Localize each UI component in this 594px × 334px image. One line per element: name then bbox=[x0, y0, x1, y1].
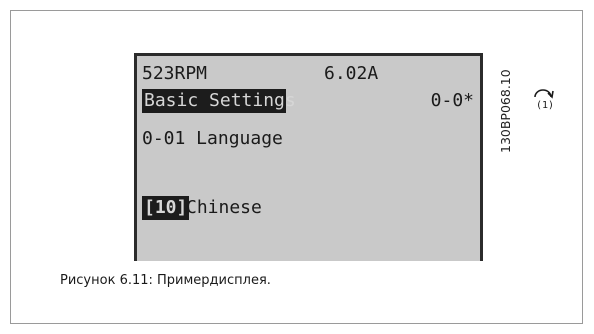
group-line: Basic Settings 0-0* bbox=[142, 89, 474, 113]
document-code: 130BP068.10 bbox=[498, 69, 513, 153]
lcp-display: 523RPM 6.02A (1) Basic Settings 0-0* 0-0… bbox=[134, 53, 554, 261]
status-line: 523RPM 6.02A (1) bbox=[142, 62, 554, 111]
parameter-group-title: Basic Settings bbox=[142, 89, 296, 113]
selected-value-code: [10] bbox=[142, 196, 190, 220]
figure-frame: 523RPM 6.02A (1) Basic Settings 0-0* 0-0… bbox=[10, 10, 583, 324]
parameter-line: 0-01 Language bbox=[142, 127, 474, 151]
figure-caption: Рисунок 6.11: Примердисплея. bbox=[60, 273, 271, 288]
motor-current-readout: 6.02A bbox=[324, 63, 379, 84]
parameter-group-code: 0-0* bbox=[430, 90, 474, 111]
motor-speed-readout: 523RPM bbox=[142, 63, 208, 84]
parameter-name: 0-01 Language bbox=[142, 128, 283, 149]
value-line: [10] Chinese bbox=[142, 196, 474, 220]
setup-indicator-text: (1) bbox=[536, 100, 554, 110]
setup-indicator-icon: (1) bbox=[444, 62, 554, 111]
selected-value-label: Chinese bbox=[186, 197, 262, 218]
